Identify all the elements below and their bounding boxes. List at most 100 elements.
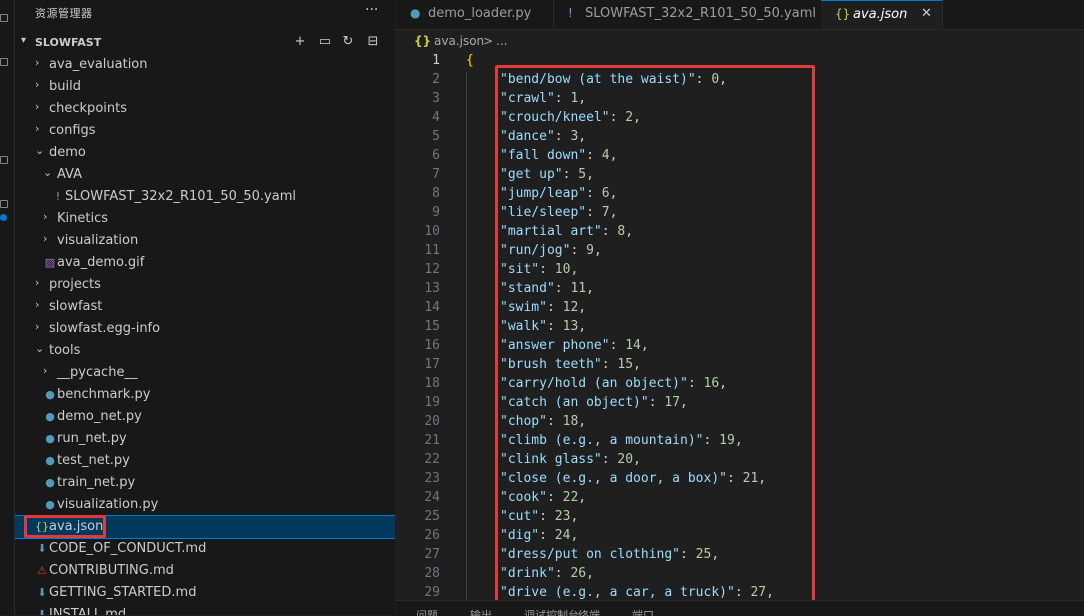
tree-item[interactable]: ! SLOWFAST_32x2_R101_50_50.yaml [15,186,395,208]
line-number: 25 [424,509,440,524]
tree-item-label: visualization [57,233,139,248]
tree-item[interactable]: › ava_evaluation [15,54,395,76]
tree-item[interactable]: › configs [15,120,395,142]
chevron-right-icon: › [35,56,40,69]
python-file-icon: ● [45,432,55,445]
tree-item-label: projects [49,277,101,292]
python-file-icon: ● [45,476,55,489]
chevron-right-icon: › [35,78,40,91]
tree-item[interactable]: ⌄ AVA [15,164,395,186]
tree-item[interactable]: › Kinetics [15,208,395,230]
yaml-file-icon: ! [55,190,61,203]
files-icon[interactable] [0,14,8,22]
line-number: 12 [424,262,440,277]
tree-item-label: INSTALL.md [49,607,127,615]
open-brace: { [466,53,474,68]
breadcrumb-sep: > [483,34,494,48]
tab-bar: ● demo_loader.py! SLOWFAST_32x2_R101_50_50… [396,0,1084,30]
extensions-icon[interactable] [0,200,8,208]
tree-item[interactable]: › slowfast [15,296,395,318]
line-number: 9 [432,205,440,220]
more-actions-icon[interactable]: ··· [365,2,378,18]
tree-item[interactable]: ⬇ CODE_OF_CONDUCT.md [15,538,395,560]
tree-item[interactable]: ▨ ava_demo.gif [15,252,395,274]
close-icon[interactable]: ✕ [921,6,932,21]
chevron-right-icon: › [35,320,40,333]
new-file-icon[interactable]: + [292,34,308,50]
line-number: 4 [432,110,440,125]
tree-item-label: ava_demo.gif [57,255,145,270]
tree-item-label: CONTRIBUTING.md [49,563,174,578]
tree-item[interactable]: ● demo_net.py [15,406,395,428]
line-number: 6 [432,148,440,163]
breadcrumb-rest[interactable]: ... [496,34,507,48]
tree-item[interactable]: › projects [15,274,395,296]
line-number: 5 [432,129,440,144]
indent-guide [466,72,467,600]
tree-item-label: GETTING_STARTED.md [49,585,197,600]
python-file-icon: ● [45,410,55,423]
tree-item[interactable]: ● benchmark.py [15,384,395,406]
tree-item[interactable]: ⌄ tools [15,340,395,362]
tree-item[interactable]: ⌄ demo [15,142,395,164]
line-number: 29 [424,585,440,600]
tree-item-label: tools [49,343,81,358]
tree-item[interactable]: ⬇ GETTING_STARTED.md [15,582,395,604]
tree-item-label: configs [49,123,96,138]
chevron-down-icon: ⌄ [43,166,53,179]
line-number: 19 [424,395,440,410]
line-number: 1 [432,53,440,68]
project-header[interactable]: ▾ SLOWFAST + ▭ ↻ ⊟ [15,32,395,54]
collapse-all-icon[interactable]: ⊟ [365,34,381,50]
tree-item[interactable]: › visualization [15,230,395,252]
tree-item[interactable]: ● test_net.py [15,450,395,472]
line-number: 28 [424,566,440,581]
tab-python[interactable]: ● demo_loader.py [396,0,554,29]
line-number: 26 [424,528,440,543]
tree-item-label: AVA [57,167,83,182]
tree-item-label: build [49,79,81,94]
json-icon: {} [414,34,432,48]
line-number: 18 [424,376,440,391]
chevron-right-icon: › [43,364,48,377]
tree-item[interactable]: ● train_net.py [15,472,395,494]
tree-item[interactable]: ● visualization.py [15,494,395,516]
tree-item[interactable]: ⚠ CONTRIBUTING.md [15,560,395,582]
line-number: 16 [424,338,440,353]
tree-item-label: run_net.py [57,431,127,446]
tree-item-label: demo_net.py [57,409,142,424]
tree-item[interactable]: ● run_net.py [15,428,395,450]
search-icon[interactable] [0,58,8,66]
tree-item-label: __pycache__ [57,365,138,380]
new-folder-icon[interactable]: ▭ [317,34,333,50]
tree-item-label: checkpoints [49,101,127,116]
tree-item[interactable]: ⬇ INSTALL.md [15,604,395,615]
tree-item[interactable]: › checkpoints [15,98,395,120]
refresh-icon[interactable]: ↻ [340,34,356,50]
tree-item-label: slowfast [49,299,103,314]
line-number: 10 [424,224,440,239]
tab-label: SLOWFAST_32x2_R101_50_50.yaml [585,6,816,21]
project-name: SLOWFAST [35,36,102,49]
markdown-file-icon: ⬇ [37,586,47,599]
line-number: 20 [424,414,440,429]
line-number: 7 [432,167,440,182]
tab-yaml[interactable]: ! SLOWFAST_32x2_R101_50_50.yaml [553,0,822,29]
chevron-right-icon: › [43,210,48,223]
tree-item[interactable]: › build [15,76,395,98]
line-number: 14 [424,300,440,315]
highlight-box-code [495,65,815,603]
explorer-title: 资源管理器 [35,7,93,20]
line-number: 22 [424,452,440,467]
breadcrumb-file[interactable]: ava.json [434,34,484,48]
tab-json[interactable]: {} ava.json ✕ [821,0,943,29]
notification-badge [0,214,7,221]
debug-icon[interactable] [0,156,8,164]
chevron-down-icon: ⌄ [35,144,45,157]
tree-item-label: CODE_OF_CONDUCT.md [49,541,207,556]
tree-item[interactable]: › __pycache__ [15,362,395,384]
tree-item[interactable]: › slowfast.egg-info [15,318,395,340]
python-file-icon: ● [410,6,421,20]
markdown-file-icon: ⚠ [37,564,47,577]
chevron-right-icon: › [43,232,48,245]
